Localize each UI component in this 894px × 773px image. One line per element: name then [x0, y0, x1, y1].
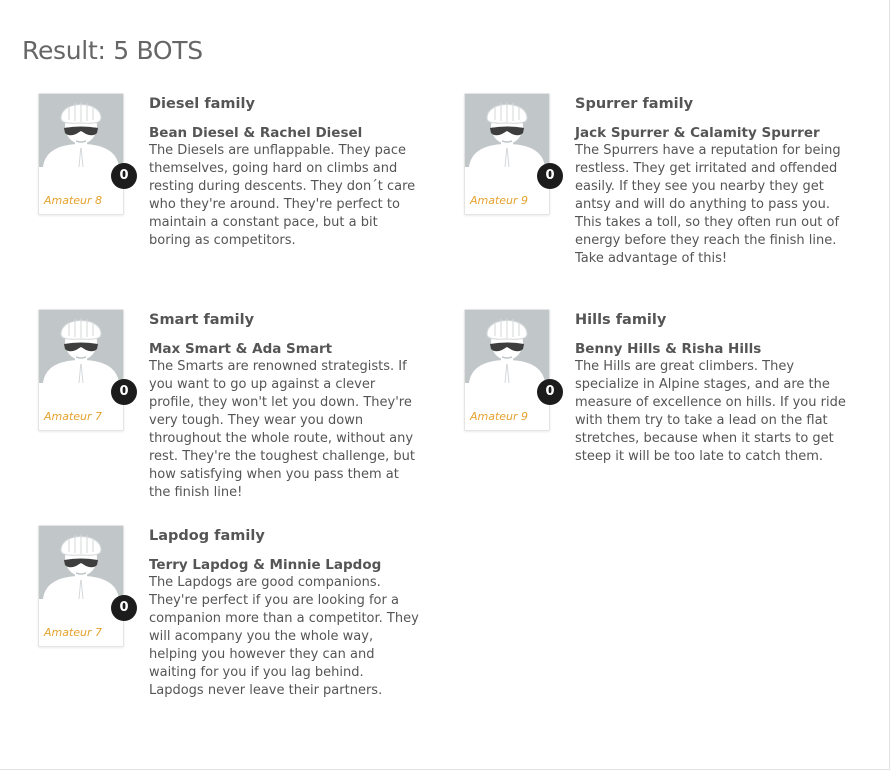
- bot-description: The Hills are great climbers. They speci…: [575, 359, 846, 464]
- bot-count-badge: 0: [537, 163, 563, 189]
- bot-count-badge: 0: [111, 163, 137, 189]
- bot-level: Amateur 9: [470, 194, 529, 207]
- bot-item: Amateur 9 0 Spurrer family Jack Spurrer …: [464, 93, 884, 293]
- bot-members: Jack Spurrer & Calamity Spurrer: [575, 125, 820, 141]
- bot-description: The Lapdogs are good companions. They're…: [149, 575, 419, 698]
- bot-card[interactable]: Amateur 9 0: [464, 309, 563, 431]
- bot-description: The Smarts are renowned strategists. If …: [149, 359, 415, 500]
- bot-info: Smart family Max Smart & Ada Smart The S…: [149, 311, 421, 502]
- cyclist-avatar-icon: [465, 94, 549, 167]
- bot-info: Hills family Benny Hills & Risha Hills T…: [575, 311, 847, 466]
- cyclist-avatar-icon: [39, 526, 123, 599]
- bot-count-badge: 0: [111, 379, 137, 405]
- bot-members: Bean Diesel & Rachel Diesel: [149, 125, 363, 141]
- bot-count-badge: 0: [537, 379, 563, 405]
- bot-description: The Diesels are unflappable. They pace t…: [149, 143, 416, 248]
- bot-count-badge: 0: [111, 595, 137, 621]
- bot-item: Amateur 9 0 Hills family Benny Hills & R…: [464, 309, 884, 509]
- bot-level: Amateur 7: [44, 626, 103, 639]
- bot-family-name: Lapdog family: [149, 528, 265, 544]
- bot-info: Diesel family Bean Diesel & Rachel Diese…: [149, 95, 421, 250]
- bot-level: Amateur 8: [44, 194, 103, 207]
- bot-info: Lapdog family Terry Lapdog & Minnie Lapd…: [149, 527, 421, 700]
- bot-item: Amateur 7 0 Lapdog family Terry Lapdog &…: [38, 525, 458, 725]
- bot-info: Spurrer family Jack Spurrer & Calamity S…: [575, 95, 847, 268]
- cyclist-avatar-icon: [39, 310, 123, 383]
- bot-family-name: Hills family: [575, 312, 667, 328]
- bot-card[interactable]: Amateur 8 0: [38, 93, 137, 215]
- bot-family-name: Spurrer family: [575, 96, 694, 112]
- bot-members: Benny Hills & Risha Hills: [575, 341, 762, 357]
- cyclist-avatar-icon: [465, 310, 549, 383]
- bot-card[interactable]: Amateur 9 0: [464, 93, 563, 215]
- bot-card[interactable]: Amateur 7 0: [38, 525, 137, 647]
- bot-members: Max Smart & Ada Smart: [149, 341, 333, 357]
- bot-card[interactable]: Amateur 7 0: [38, 309, 137, 431]
- bot-description: The Spurrers have a reputation for being…: [575, 143, 841, 266]
- bot-family-name: Diesel family: [149, 96, 255, 112]
- result-title: Result: 5 BOTS: [22, 36, 203, 65]
- bot-item: Amateur 8 0 Diesel family Bean Diesel & …: [38, 93, 458, 293]
- bot-family-name: Smart family: [149, 312, 255, 328]
- cyclist-avatar-icon: [39, 94, 123, 167]
- bot-level: Amateur 7: [44, 410, 103, 423]
- bot-item: Amateur 7 0 Smart family Max Smart & Ada…: [38, 309, 458, 509]
- bot-level: Amateur 9: [470, 410, 529, 423]
- bot-members: Terry Lapdog & Minnie Lapdog: [149, 557, 382, 573]
